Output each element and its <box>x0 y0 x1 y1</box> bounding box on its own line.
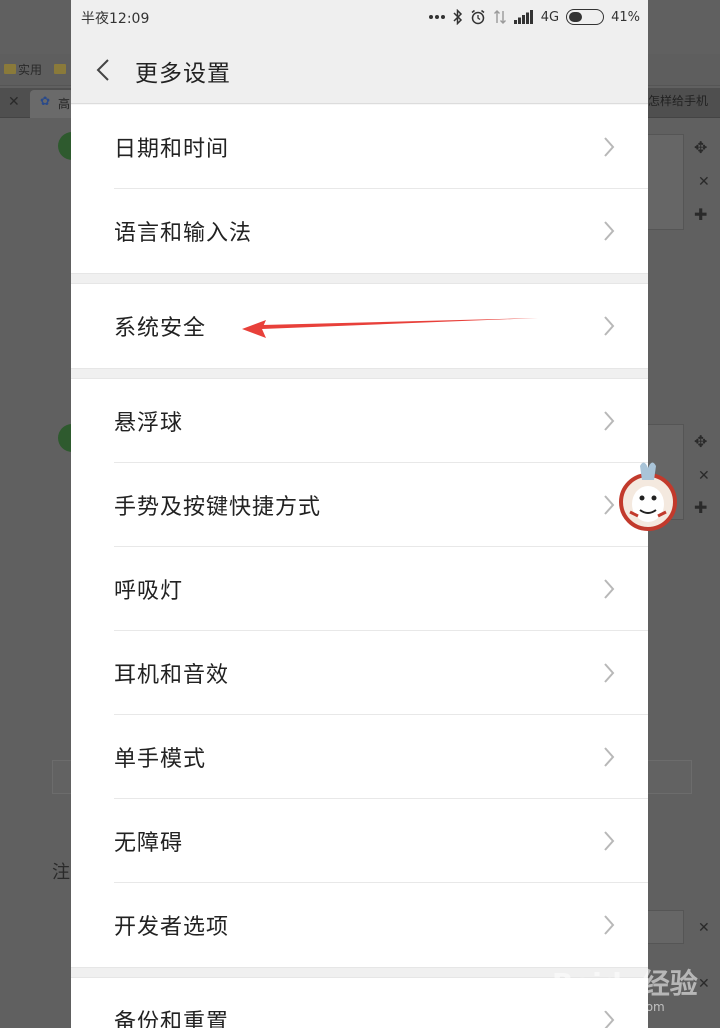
move-icon: ✥ <box>694 432 708 451</box>
background-edit-box <box>648 910 684 944</box>
chevron-right-icon <box>604 747 615 767</box>
background-edit-box <box>648 424 684 520</box>
settings-item-developer-options[interactable]: 开发者选项 <box>71 883 648 967</box>
settings-item-label: 呼吸灯 <box>114 579 184 604</box>
close-icon: ✕ <box>8 94 20 110</box>
more-dots-icon <box>428 15 445 19</box>
close-icon: ✕ <box>698 976 710 992</box>
settings-item-label: 日期和时间 <box>114 137 230 162</box>
chevron-right-icon <box>604 915 615 935</box>
settings-item-date-time[interactable]: 日期和时间 <box>71 105 648 189</box>
background-bookmark-label: 实用 <box>18 63 43 77</box>
settings-item-headset-audio[interactable]: 耳机和音效 <box>71 631 648 715</box>
background-tab-right-label: 怎样给手机 <box>648 94 709 108</box>
settings-item-label: 开发者选项 <box>114 915 230 940</box>
chevron-right-icon <box>604 316 615 336</box>
settings-item-label: 无障碍 <box>114 831 184 856</box>
chevron-left-icon <box>96 59 109 81</box>
add-icon: ✚ <box>694 498 708 517</box>
close-icon: ✕ <box>698 920 710 936</box>
chevron-right-icon <box>604 221 615 241</box>
settings-group: 备份和重置 <box>71 978 648 1028</box>
settings-item-label: 单手模式 <box>114 747 207 772</box>
settings-item-label: 备份和重置 <box>114 1010 230 1028</box>
settings-item-label: 手势及按键快捷方式 <box>114 495 322 520</box>
settings-item-one-handed-mode[interactable]: 单手模式 <box>71 715 648 799</box>
background-tab: ✿ 高 <box>30 90 74 118</box>
chevron-right-icon <box>604 1010 615 1028</box>
chevron-right-icon <box>604 831 615 851</box>
settings-item-language-input[interactable]: 语言和输入法 <box>71 189 648 273</box>
settings-item-label: 系统安全 <box>114 316 207 341</box>
phone-screen: 半夜12:09 4G 41% 更多设置 日期和时间 语言和输入法 系统安全 悬浮… <box>71 0 648 1028</box>
chevron-right-icon <box>604 663 615 683</box>
chevron-right-icon <box>604 137 615 157</box>
settings-group: 悬浮球 手势及按键快捷方式 呼吸灯 耳机和音效 单手模式 无障碍 开发者选项 <box>71 379 648 967</box>
settings-item-accessibility[interactable]: 无障碍 <box>71 799 648 883</box>
settings-item-backup-reset[interactable]: 备份和重置 <box>71 978 648 1028</box>
background-note-label: 注 <box>52 862 70 883</box>
folder-icon <box>54 64 66 74</box>
signal-icon <box>513 10 533 24</box>
battery-level <box>569 12 583 22</box>
group-separator <box>71 368 648 379</box>
background-tab-label: 高 <box>58 97 71 111</box>
chevron-right-icon <box>604 579 615 599</box>
settings-item-system-security[interactable]: 系统安全 <box>71 284 648 368</box>
status-bar: 半夜12:09 4G 41% <box>71 0 648 34</box>
chevron-right-icon <box>604 495 615 515</box>
close-icon: ✕ <box>698 468 710 484</box>
group-separator <box>71 273 648 284</box>
network-type: 4G <box>540 9 560 25</box>
settings-item-label: 语言和输入法 <box>114 221 253 246</box>
data-transfer-icon <box>493 10 506 24</box>
bluetooth-icon <box>453 9 462 25</box>
back-button[interactable] <box>85 52 121 88</box>
chevron-right-icon <box>604 411 615 431</box>
battery-percent: 41% <box>611 9 640 25</box>
move-icon: ✥ <box>694 138 708 157</box>
settings-list: 日期和时间 语言和输入法 系统安全 悬浮球 手势及按键快捷方式 呼吸灯 耳机和音… <box>71 105 648 1028</box>
status-icons: 4G 41% <box>428 7 640 27</box>
alarm-icon <box>471 9 485 25</box>
folder-icon <box>4 64 16 74</box>
status-time: 半夜12:09 <box>81 11 150 27</box>
add-icon: ✚ <box>694 205 708 224</box>
settings-item-label: 悬浮球 <box>114 411 184 436</box>
settings-item-label: 耳机和音效 <box>114 663 230 688</box>
page-title: 更多设置 <box>135 61 231 87</box>
title-bar: 更多设置 <box>71 34 648 104</box>
settings-group: 系统安全 <box>71 284 648 368</box>
settings-item-notification-light[interactable]: 呼吸灯 <box>71 547 648 631</box>
group-separator <box>71 967 648 978</box>
battery-icon <box>566 9 605 25</box>
settings-item-gesture-shortcuts[interactable]: 手势及按键快捷方式 <box>71 463 648 547</box>
paw-icon: ✿ <box>40 94 51 108</box>
settings-item-floating-ball[interactable]: 悬浮球 <box>71 379 648 463</box>
settings-group: 日期和时间 语言和输入法 <box>71 105 648 273</box>
close-icon: ✕ <box>698 174 710 190</box>
background-edit-box <box>648 134 684 230</box>
